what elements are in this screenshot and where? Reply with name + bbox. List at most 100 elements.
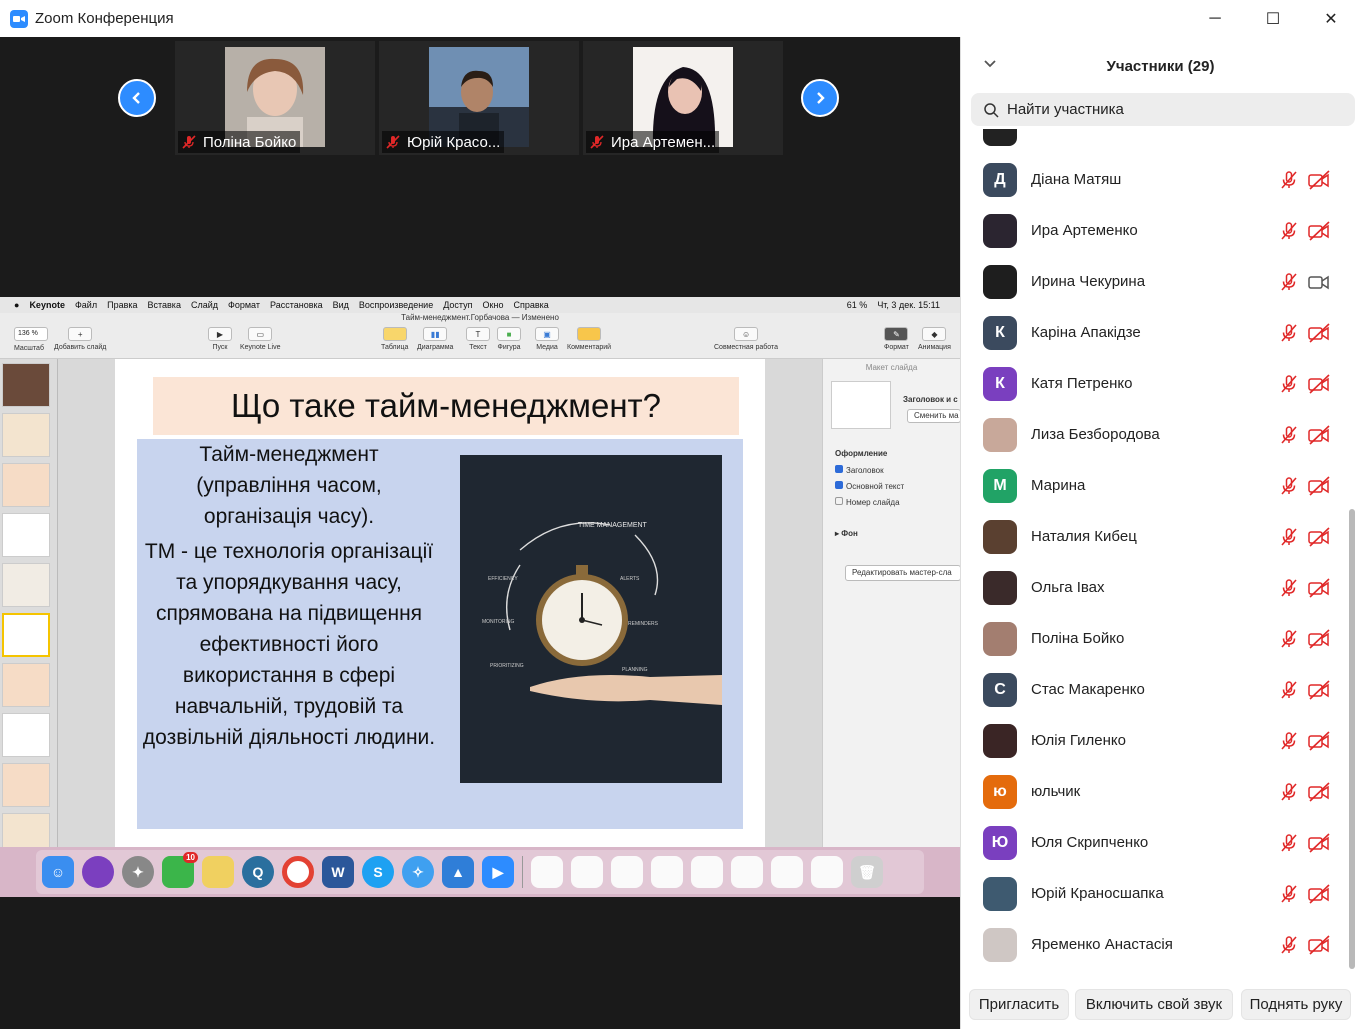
menu-item: Расстановка: [269, 300, 323, 310]
camera-off-icon[interactable]: [1307, 169, 1331, 190]
participant-row[interactable]: Ольга Івах: [961, 562, 1349, 613]
battery-level: 61 %: [846, 300, 868, 310]
participant-row[interactable]: [961, 129, 1349, 154]
slide-thumbnail: [2, 563, 50, 607]
table-button: Таблица: [381, 327, 408, 351]
mic-muted-icon[interactable]: [1279, 935, 1299, 955]
mic-muted-icon[interactable]: [1279, 680, 1299, 700]
camera-off-icon[interactable]: [1307, 373, 1331, 394]
window-titlebar: Zoom Конференция: [0, 0, 960, 37]
animate-button: ◆ Анимация: [918, 327, 951, 351]
mic-muted-icon[interactable]: [1279, 731, 1299, 751]
mic-muted-icon[interactable]: [1279, 323, 1299, 343]
inspector-panel: Макет слайда Заголовок и с Сменить ма Оф…: [822, 359, 960, 847]
participant-name: Юрій Краносшапка: [1031, 885, 1164, 902]
camera-off-icon[interactable]: [1307, 628, 1331, 649]
mic-muted-icon[interactable]: [1279, 170, 1299, 190]
mic-muted-icon[interactable]: [1279, 578, 1299, 598]
participant-row[interactable]: Наталия Кибец: [961, 511, 1349, 562]
avatar: К: [983, 315, 1017, 350]
camera-off-icon[interactable]: [1307, 526, 1331, 547]
camera-off-icon[interactable]: [1307, 424, 1331, 445]
dock-icons: ☺ ✦ 10 Q W S ✧ ▲ ▶ 🗑: [36, 850, 924, 894]
search-input[interactable]: [1007, 101, 1327, 118]
window-controls: ─ ☐ ✕: [960, 0, 1360, 37]
edit-master-button: Редактировать мастер-сла: [845, 565, 960, 581]
shared-screen[interactable]: ● Keynote Файл Правка Вставка Слайд Форм…: [0, 297, 960, 897]
tile-name: Юрій Красо...: [407, 133, 501, 151]
camera-off-icon[interactable]: [1307, 730, 1331, 751]
camera-off-icon[interactable]: [1307, 220, 1331, 241]
participant-row[interactable]: К Катя Петренко: [961, 358, 1349, 409]
layout-name: Заголовок и с: [903, 395, 958, 404]
avatar: [983, 213, 1017, 248]
document-icon: [691, 856, 723, 888]
scrollbar[interactable]: [1347, 129, 1357, 981]
close-button[interactable]: ✕: [1302, 0, 1360, 37]
prev-page-button[interactable]: [118, 79, 156, 117]
participant-search[interactable]: [971, 93, 1355, 126]
camera-off-icon[interactable]: [1307, 577, 1331, 598]
slide-text: Тайм-менеджмент (управління часом, орган…: [137, 439, 441, 753]
menu-item: Файл: [74, 300, 98, 310]
participants-panel: Участники (29) Д Діана Матяш Ира Артеменко…: [960, 37, 1360, 1029]
camera-icon[interactable]: [1307, 272, 1331, 292]
panel-header: Участники (29): [961, 37, 1360, 95]
participant-row[interactable]: Ирина Чекурина: [961, 256, 1349, 307]
participant-row[interactable]: К Каріна Апакідзе: [961, 307, 1349, 358]
mic-muted-icon[interactable]: [1279, 374, 1299, 394]
video-tile[interactable]: Ира Артемен...: [583, 41, 783, 155]
safari-icon: ✧: [402, 856, 434, 888]
participant-name: Яременко Анастасія: [1031, 936, 1173, 953]
unmute-self-button[interactable]: Включить свой звук: [1075, 989, 1233, 1020]
participant-row[interactable]: Ю Юля Скрипченко: [961, 817, 1349, 868]
document-icon: [651, 856, 683, 888]
slide-thumbnail-selected: [2, 613, 50, 657]
camera-off-icon[interactable]: [1307, 781, 1331, 802]
participant-row[interactable]: Поліна Бойко: [961, 613, 1349, 664]
mic-muted-icon[interactable]: [1279, 221, 1299, 241]
mic-muted-icon[interactable]: [1279, 476, 1299, 496]
camera-off-icon[interactable]: [1307, 475, 1331, 496]
mic-muted-icon[interactable]: [1279, 425, 1299, 445]
video-tile[interactable]: Поліна Бойко: [175, 41, 375, 155]
camera-off-icon[interactable]: [1307, 934, 1331, 955]
chevron-down-icon[interactable]: [983, 57, 997, 71]
participant-row[interactable]: Юлія Гиленко: [961, 715, 1349, 766]
scrollbar-thumb[interactable]: [1349, 509, 1355, 969]
mic-muted-icon[interactable]: [1279, 629, 1299, 649]
camera-off-icon[interactable]: [1307, 322, 1331, 343]
slide-thumbnail: [2, 663, 50, 707]
shape-button: ■ Фигура: [497, 327, 521, 351]
camera-off-icon[interactable]: [1307, 679, 1331, 700]
participant-row[interactable]: Яременко Анастасія: [961, 919, 1349, 970]
slide-thumbnail: [2, 413, 50, 457]
mic-muted-icon[interactable]: [1279, 833, 1299, 853]
next-page-button[interactable]: [801, 79, 839, 117]
participant-row[interactable]: С Стас Макаренко: [961, 664, 1349, 715]
video-tile[interactable]: Юрій Красо...: [379, 41, 579, 155]
participant-row[interactable]: ю юльчик: [961, 766, 1349, 817]
mic-muted-icon[interactable]: [1279, 884, 1299, 904]
raise-hand-button[interactable]: Поднять руку: [1241, 989, 1351, 1020]
participant-row[interactable]: Д Діана Матяш: [961, 154, 1349, 205]
mic-muted-icon[interactable]: [1279, 782, 1299, 802]
participant-row[interactable]: Ира Артеменко: [961, 205, 1349, 256]
invite-button[interactable]: Пригласить: [969, 989, 1069, 1020]
camera-off-icon[interactable]: [1307, 832, 1331, 853]
slide-title: Що таке тайм-менеджмент?: [153, 377, 739, 435]
document-icon: [531, 856, 563, 888]
camera-off-icon[interactable]: [1307, 883, 1331, 904]
mac-menubar: ● Keynote Файл Правка Вставка Слайд Форм…: [0, 297, 960, 313]
tile-namebar: Юрій Красо...: [382, 131, 505, 153]
minimize-button[interactable]: ─: [1186, 0, 1244, 37]
participant-row[interactable]: М Марина: [961, 460, 1349, 511]
participant-row[interactable]: Лиза Безбородова: [961, 409, 1349, 460]
slide-body: Тайм-менеджмент (управління часом, орган…: [137, 439, 743, 829]
mic-muted-icon[interactable]: [1279, 272, 1299, 292]
maximize-button[interactable]: ☐: [1244, 0, 1302, 37]
avatar: [983, 621, 1017, 656]
mic-muted-icon[interactable]: [1279, 527, 1299, 547]
document-title: Тайм-менеджмент.Горбачова — Изменено: [0, 313, 960, 323]
participant-row[interactable]: Юрій Краносшапка: [961, 868, 1349, 919]
